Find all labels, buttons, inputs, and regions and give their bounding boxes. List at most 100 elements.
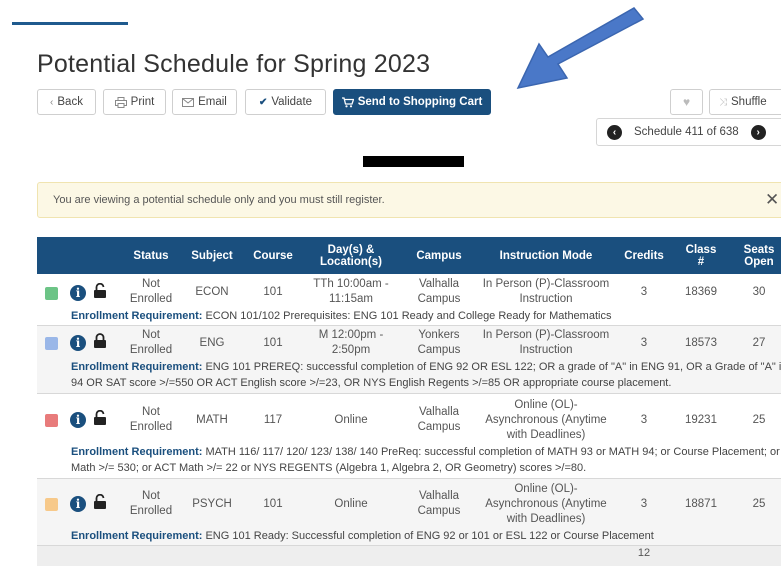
status-line1: Not xyxy=(142,406,160,418)
days-line2: 11:15am xyxy=(329,293,373,305)
header-days-line1: Day(s) & xyxy=(327,243,375,256)
mode-line2: Asynchronous (Anytime xyxy=(485,413,607,426)
days-line1: M 12:00pm - xyxy=(318,329,384,341)
header-status: Status xyxy=(133,249,169,262)
header-course: Course xyxy=(253,249,293,262)
header-class-number: Class # xyxy=(676,237,726,274)
campus-line1: Valhalla xyxy=(418,278,460,290)
enrollment-requirement: Enrollment Requirement: MATH 116/ 117/ 1… xyxy=(71,444,781,476)
seats-cell: 27 xyxy=(752,336,766,349)
info-icon[interactable]: i xyxy=(70,335,86,351)
locked-icon[interactable] xyxy=(93,333,107,349)
campus-line2: Campus xyxy=(417,505,461,517)
table-header: Status Subject Course Day(s) & Location(… xyxy=(37,237,781,274)
credits-cell: 3 xyxy=(640,336,648,349)
class-number-cell: 18369 xyxy=(685,285,717,298)
course-cell: 101 xyxy=(263,497,283,510)
validate-button[interactable]: ✔ Validate xyxy=(245,89,326,115)
mode-cell: Online (OL)- Asynchronous (Anytime with … xyxy=(474,396,618,444)
email-button-label: Email xyxy=(198,96,227,108)
header-seats-open: Seats Open xyxy=(737,237,781,274)
totals-row: 12 xyxy=(37,546,781,566)
envelope-icon xyxy=(182,97,195,107)
subject-cell: PSYCH xyxy=(192,497,232,510)
header-days-location: Day(s) & Location(s) xyxy=(305,237,397,274)
mode-cell: Online (OL)- Asynchronous (Anytime with … xyxy=(474,480,618,528)
back-button[interactable]: ‹ Back xyxy=(37,89,96,115)
printer-icon xyxy=(114,96,127,108)
req-label: Enrollment Requirement: xyxy=(71,361,203,373)
header-subject: Subject xyxy=(191,249,233,262)
mode-line3: with Deadlines) xyxy=(506,512,586,525)
status-line1: Not xyxy=(142,329,160,341)
favorite-button[interactable]: ♥ xyxy=(670,89,703,115)
campus-cell: Valhalla Campus xyxy=(409,396,469,444)
notice-text: You are viewing a potential schedule onl… xyxy=(53,194,385,206)
table-row: i Not Enrolled PSYCH 101 Online Valhalla… xyxy=(37,479,781,546)
page-title: Potential Schedule for Spring 2023 xyxy=(37,50,431,78)
enrollment-requirement: Enrollment Requirement: ENG 101 PREREQ: … xyxy=(71,359,781,391)
mode-line1: In Person (P)-Classroom xyxy=(482,329,610,341)
subject-cell: MATH xyxy=(196,413,228,426)
status-cell: Not Enrolled xyxy=(123,480,179,528)
req-label: Enrollment Requirement: xyxy=(71,530,203,542)
days-cell: TTh 10:00am - 11:15am xyxy=(303,276,399,308)
days-cell: Online xyxy=(334,497,368,510)
total-credits: 12 xyxy=(637,546,651,559)
table-row: i Not Enrolled MATH 117 Online Valhalla … xyxy=(37,394,781,479)
next-schedule-icon[interactable]: › xyxy=(750,124,766,140)
shuffle-icon: ⤨ xyxy=(719,96,727,108)
seats-cell: 25 xyxy=(752,497,766,510)
campus-line1: Valhalla xyxy=(418,406,460,418)
campus-line1: Valhalla xyxy=(418,490,460,502)
header-days-line2: Location(s) xyxy=(320,255,382,268)
credits-cell: 3 xyxy=(640,413,648,426)
campus-cell: Valhalla Campus xyxy=(409,480,469,528)
status-line2: Enrolled xyxy=(129,344,173,356)
mode-line2: Instruction xyxy=(519,293,573,305)
status-cell: Not Enrolled xyxy=(123,327,179,359)
class-number-cell: 18573 xyxy=(685,336,717,349)
req-text: ENG 101 Ready: Successful completion of … xyxy=(205,530,654,542)
email-button[interactable]: Email xyxy=(172,89,237,115)
header-seats-line2: Open xyxy=(744,255,774,268)
chevron-left-icon: ‹ xyxy=(50,96,54,108)
print-button-label: Print xyxy=(130,96,155,108)
credits-cell: 3 xyxy=(640,285,648,298)
campus-line2: Campus xyxy=(417,293,461,305)
status-line2: Enrolled xyxy=(129,293,173,305)
schedule-navigator: ‹ Schedule 411 of 638 › xyxy=(596,118,781,146)
course-color-swatch xyxy=(45,287,58,300)
unlocked-icon[interactable] xyxy=(93,410,107,426)
print-button[interactable]: Print xyxy=(103,89,166,115)
days-line2: 2:50pm xyxy=(331,344,371,356)
previous-schedule-icon[interactable]: ‹ xyxy=(607,124,622,140)
unlocked-icon[interactable] xyxy=(93,494,107,510)
mode-line1: Online (OL)- xyxy=(514,482,578,495)
mode-cell: In Person (P)-Classroom Instruction xyxy=(474,327,618,359)
req-label: Enrollment Requirement: xyxy=(71,446,203,458)
course-cell: 101 xyxy=(263,285,283,298)
credits-cell: 3 xyxy=(640,497,648,510)
campus-line2: Campus xyxy=(417,344,461,356)
course-color-swatch xyxy=(45,337,58,350)
table-row: i Not Enrolled ENG 101 M 12:00pm - 2:50p… xyxy=(37,326,781,394)
mode-line2: Asynchronous (Anytime xyxy=(485,497,607,510)
campus-line2: Campus xyxy=(417,421,461,433)
req-label: Enrollment Requirement: xyxy=(71,310,203,322)
schedule-count: Schedule 411 of 638 xyxy=(634,126,739,138)
checkmark-icon: ✔ xyxy=(258,96,268,108)
close-icon[interactable]: ✕ xyxy=(765,190,779,210)
info-icon[interactable]: i xyxy=(70,285,86,301)
heart-icon: ♥ xyxy=(682,95,691,109)
mode-line1: In Person (P)-Classroom xyxy=(482,278,610,290)
shuffle-button[interactable]: ⤨ Shuffle xyxy=(709,89,781,115)
send-to-shopping-cart-button[interactable]: Send to Shopping Cart xyxy=(333,89,491,115)
info-icon[interactable]: i xyxy=(70,496,86,512)
enrollment-requirement: Enrollment Requirement: ECON 101/102 Pre… xyxy=(71,308,781,324)
req-text: ECON 101/102 Prerequisites: ENG 101 Read… xyxy=(205,310,612,322)
unlocked-icon[interactable] xyxy=(93,283,107,299)
info-icon[interactable]: i xyxy=(70,412,86,428)
class-number-cell: 19231 xyxy=(685,413,717,426)
potential-schedule-notice: You are viewing a potential schedule onl… xyxy=(37,182,781,218)
